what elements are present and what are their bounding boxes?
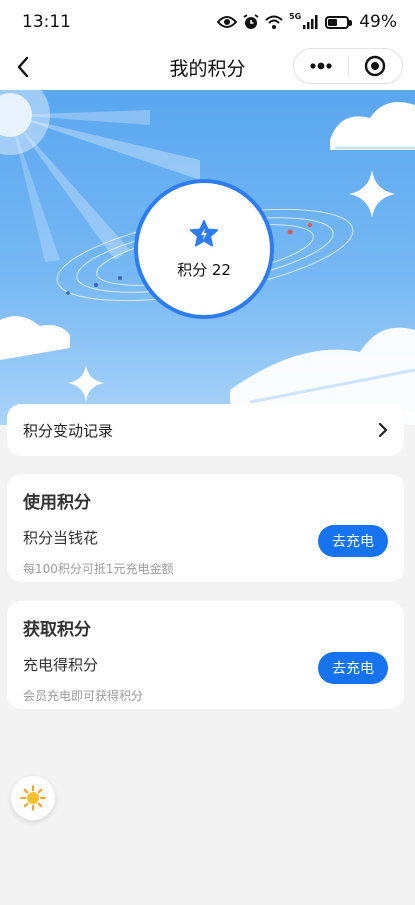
star-lightning-icon: [190, 219, 218, 246]
sun-icon: [20, 785, 46, 811]
status-bar: 13:11 5G 49%: [0, 0, 415, 44]
points-badge: 积分 22: [134, 179, 274, 319]
cloud-bottom-left: [0, 316, 70, 360]
mini-program-capsule: [293, 48, 403, 84]
earn-points-charge-button[interactable]: 去充电: [318, 652, 388, 684]
earn-points-card: 获取积分 充电得积分 会员充电即可获得积分 去充电: [7, 601, 404, 709]
chevron-left-icon: [17, 56, 29, 78]
sparkle-right: [349, 170, 395, 218]
use-points-card: 使用积分 积分当钱花 每100积分可抵1元充电金额 去充电: [7, 474, 404, 582]
signal-icon: [303, 15, 318, 29]
close-miniprogram-button[interactable]: [349, 49, 403, 83]
signal-label: 5G: [289, 12, 302, 21]
use-points-title: 使用积分: [23, 493, 91, 513]
use-points-charge-button[interactable]: 去充电: [318, 525, 388, 557]
points-value: 积分 22: [177, 260, 231, 279]
earn-points-description: 会员充电即可获得积分: [23, 689, 144, 703]
use-points-description: 每100积分可抵1元充电金额: [23, 562, 174, 576]
battery-percent: 49%: [359, 12, 397, 32]
target-close-icon: [365, 55, 386, 77]
battery-icon: [325, 15, 353, 29]
page-title: 我的积分: [169, 57, 246, 80]
more-button[interactable]: [294, 49, 348, 83]
chevron-right-icon: [378, 422, 388, 438]
alarm-icon: [243, 14, 259, 29]
points-hero-banner: 积分 22: [0, 90, 415, 425]
eye-icon: [217, 16, 238, 28]
wifi-icon: [265, 15, 283, 29]
earn-points-title: 获取积分: [23, 620, 91, 640]
nav-bar: 我的积分: [0, 44, 415, 90]
floating-theme-button[interactable]: [11, 776, 55, 820]
more-dots-icon: [310, 62, 332, 70]
back-button[interactable]: [8, 52, 38, 82]
status-time: 13:11: [22, 12, 71, 32]
points-history-label: 积分变动记录: [23, 421, 114, 440]
points-history-row[interactable]: 积分变动记录: [7, 404, 404, 456]
cloud-top-right: [330, 101, 415, 150]
sparkle-left: [68, 365, 104, 402]
status-icons: 5G 49%: [217, 12, 397, 32]
